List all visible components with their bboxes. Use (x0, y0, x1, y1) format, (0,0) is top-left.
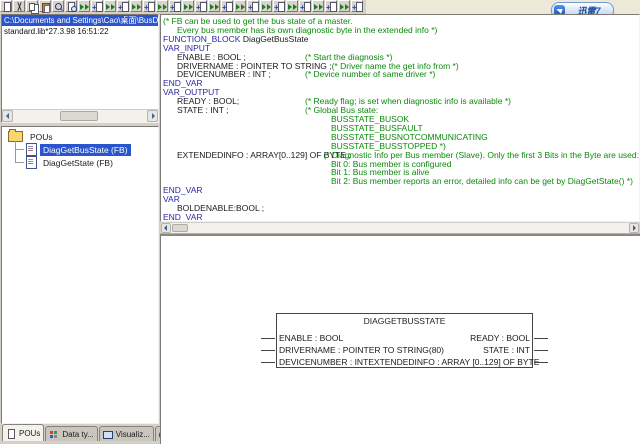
findpage-icon[interactable] (65, 0, 77, 12)
tab-visualiz[interactable]: Visualiz... (99, 426, 154, 441)
branch-icon[interactable] (130, 0, 142, 12)
code-segment: STATE : INT ; (177, 105, 228, 115)
library-list-hscrollbar[interactable] (2, 109, 158, 122)
tree-item-label: DiagGetState (FB) (40, 157, 116, 169)
code-line: END_VAR (163, 186, 639, 195)
code-text: Bit 2: Bus member reports an error, deta… (331, 177, 633, 186)
doc-icon (6, 429, 16, 438)
data-icon (49, 430, 59, 439)
page-icon[interactable] (0, 0, 12, 12)
code-line: READY : BOOL;(* Ready flag; is set when … (163, 97, 639, 106)
fb-output-label: EXTENDEDINFO : ARRAY [0..129] OF BYTE (368, 356, 539, 368)
code-segment: DiagGetBusState (243, 34, 309, 44)
docplus-icon[interactable] (143, 0, 155, 12)
object-organizer-tabs: POUsData ty...Visualiz...Global... (0, 424, 160, 441)
branch-icon[interactable] (156, 0, 168, 12)
function-block-diaggetbusstate: DIAGGETBUSSTATE ENABLE : BOOL READY : BOO… (276, 313, 533, 368)
fb-output-label: READY : BOOL (470, 332, 530, 344)
code-text: EXTENDEDINFO : ARRAY[0..129] OF BYTE ; (163, 151, 323, 160)
code-line: FUNCTION_BLOCK DiagGetBusState (163, 35, 639, 44)
tree-item-label: DiagGetBusState (FB) (40, 144, 131, 156)
branch-icon[interactable] (260, 0, 272, 12)
tree-item-diaggetbusstate-fb-[interactable]: DiagGetBusState (FB) (6, 143, 158, 156)
library-path-selected[interactable]: C:\Documents and Settings\Cao\桌面\BusDiag… (2, 15, 158, 26)
fb-input-label: DEVICENUMBER : INT (279, 356, 368, 368)
code-comment: (* Device number of same driver *) (305, 70, 435, 79)
code-line: END_VAR (163, 79, 639, 88)
copy-icon[interactable] (26, 0, 38, 12)
docplus-icon[interactable] (195, 0, 207, 12)
tab-label: Data ty... (62, 430, 93, 439)
pou-tree: POUs DiagGetBusState (FB)DiagGetState (F… (2, 127, 158, 169)
function-block-title: DIAGGETBUSSTATE (277, 314, 532, 332)
docplus-icon[interactable] (273, 0, 285, 12)
fb-io-row: DEVICENUMBER : INTEXTENDEDINFO : ARRAY [… (277, 356, 532, 368)
visu-icon (103, 430, 113, 439)
diagram-body-area[interactable]: DIAGGETBUSSTATE ENABLE : BOOL READY : BOO… (160, 236, 640, 444)
docplus-icon[interactable] (91, 0, 103, 12)
fb-input-label: ENABLE : BOOL (279, 332, 343, 344)
scroll-left-button[interactable] (2, 110, 13, 122)
library-list-panel[interactable]: C:\Documents and Settings\Cao\桌面\BusDiag… (1, 14, 159, 123)
declaration-editor[interactable]: (* FB can be used to get the bus state o… (160, 14, 640, 222)
code-line: END_VAR (163, 213, 639, 222)
branch-icon[interactable] (338, 0, 350, 12)
tab-label: Visualiz... (116, 430, 150, 439)
branch-icon[interactable] (208, 0, 220, 12)
arrow-left-icon (3, 113, 9, 119)
branch-icon[interactable] (312, 0, 324, 12)
scroll-right-button[interactable] (147, 110, 158, 122)
tree-item-diaggetstate-fb-[interactable]: DiagGetState (FB) (6, 156, 158, 169)
branch-icon[interactable] (234, 0, 246, 12)
code-segment: END_VAR (163, 212, 203, 222)
tree-branch-line (12, 156, 26, 169)
library-row-standard-lib[interactable]: standard.lib*27.3.98 16:51:22 (2, 26, 158, 37)
arrow-right-icon (633, 225, 639, 231)
cut-icon[interactable] (13, 0, 25, 12)
code-segment: Bit 2: Bus member reports an error, deta… (331, 176, 633, 186)
function-block-icon (26, 156, 37, 169)
tree-root-label: POUs (27, 131, 56, 143)
code-line: Bit 2: Bus member reports an error, deta… (163, 177, 639, 186)
tree-root-pous[interactable]: POUs (6, 130, 158, 143)
docplus-icon[interactable] (221, 0, 233, 12)
code-text: END_VAR (163, 213, 203, 222)
find-icon[interactable] (52, 0, 64, 12)
fb-io-row: DRIVERNAME : POINTER TO STRING(80) STATE … (277, 344, 532, 356)
fb-input-label: DRIVERNAME : POINTER TO STRING(80) (279, 344, 444, 356)
docplus-icon[interactable] (325, 0, 337, 12)
tab-label: POUs (19, 429, 40, 438)
declaration-hscrollbar[interactable] (161, 222, 639, 233)
branch-icon[interactable] (182, 0, 194, 12)
docplus-icon[interactable] (169, 0, 181, 12)
function-block-icon (26, 143, 37, 156)
branch-icon[interactable] (78, 0, 90, 12)
scroll-right-button[interactable] (629, 223, 639, 233)
docplus-icon[interactable] (299, 0, 311, 12)
tab-dataty[interactable]: Data ty... (45, 426, 97, 441)
docplus-icon[interactable] (247, 0, 259, 12)
declaration-code: (* FB can be used to get the bus state o… (163, 17, 639, 222)
pou-tree-panel[interactable]: POUs DiagGetBusState (FB)DiagGetState (F… (1, 126, 159, 424)
scroll-thumb[interactable] (172, 224, 188, 232)
tab-pous[interactable]: POUs (2, 424, 44, 441)
code-line: DEVICENUMBER : INT ;(* Device number of … (163, 70, 639, 79)
paste-icon[interactable] (39, 0, 51, 12)
branch-icon[interactable] (286, 0, 298, 12)
arrow-left-icon (161, 225, 167, 231)
code-line: BOLDENABLE:BOOL ; (163, 204, 639, 213)
scroll-left-button[interactable] (161, 223, 171, 233)
fb-output-label: STATE : INT (483, 344, 530, 356)
branch-icon[interactable] (104, 0, 116, 12)
docplus-icon[interactable] (117, 0, 129, 12)
code-text: STATE : INT ; (163, 106, 305, 115)
fb-io-row: ENABLE : BOOL READY : BOOL (277, 332, 532, 344)
arrow-right-icon (152, 113, 158, 119)
scroll-thumb[interactable] (60, 111, 98, 121)
docplus-icon[interactable] (351, 0, 363, 12)
